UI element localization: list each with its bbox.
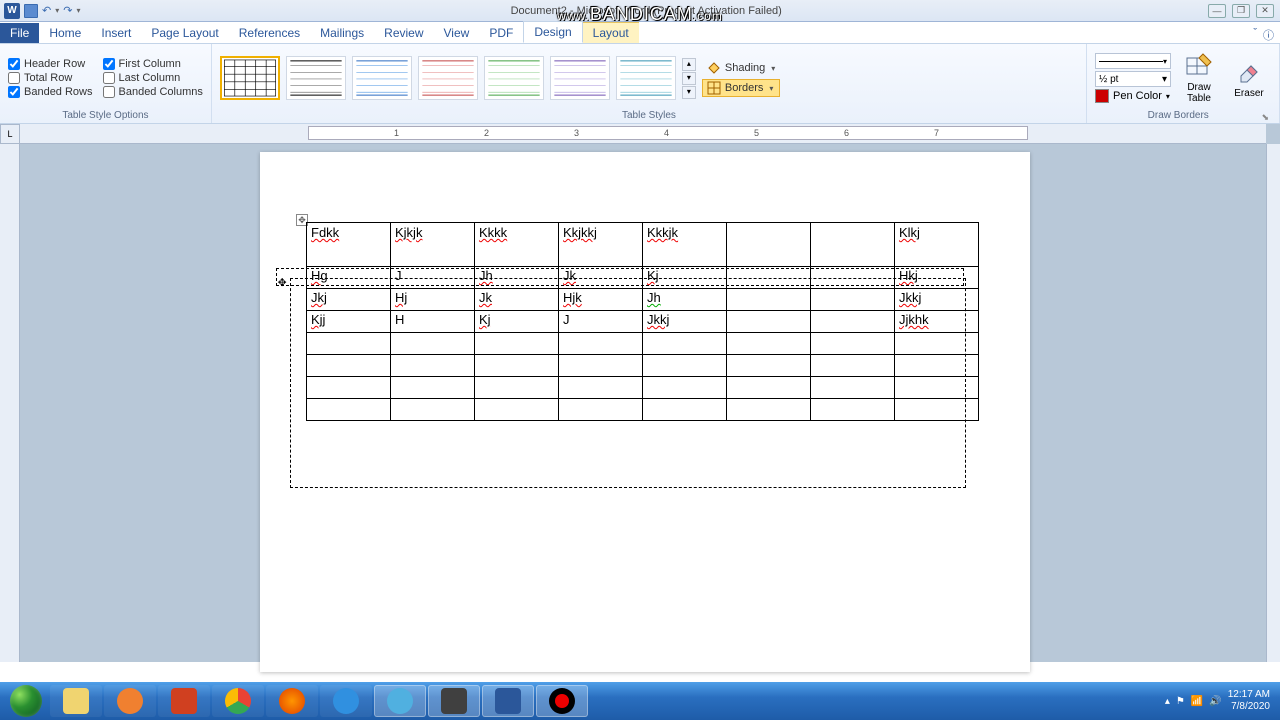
tab-home[interactable]: Home [39, 23, 91, 43]
tray-show-hidden[interactable]: ▴ [1165, 696, 1170, 707]
tab-selector[interactable]: L [0, 124, 20, 144]
group-table-styles: ▴▾▾ Shading▾ Borders▾ Table Styles [212, 44, 1087, 123]
task-wmp[interactable] [104, 685, 156, 717]
check-banded-columns[interactable]: Banded Columns [103, 86, 203, 98]
task-explorer[interactable] [50, 685, 102, 717]
table-style-5[interactable] [484, 56, 544, 100]
draw-table-button[interactable]: Draw Table [1177, 52, 1221, 104]
tab-view[interactable]: View [434, 23, 480, 43]
table-row: Kjj H Kj J Jkkj Jjkhk [307, 311, 979, 333]
draw-table-icon [1185, 52, 1213, 80]
table-row [307, 355, 979, 377]
tab-pdf[interactable]: PDF [479, 23, 523, 43]
table-style-plain[interactable] [220, 56, 280, 100]
tab-file[interactable]: File [0, 23, 39, 43]
group-label-draw-borders: Draw Borders [1095, 108, 1261, 123]
table-row: Hg J Jh Jk Kj Hkj [307, 267, 979, 289]
help-button[interactable]: ⓘ [1263, 27, 1274, 43]
close-button[interactable]: ✕ [1256, 4, 1274, 18]
ribbon: Header Row First Column Total Row Last C… [0, 44, 1280, 124]
check-header-row[interactable]: Header Row [8, 58, 93, 70]
task-powerpoint[interactable] [158, 685, 210, 717]
start-button[interactable] [4, 684, 48, 718]
task-firefox[interactable] [266, 685, 318, 717]
check-last-column[interactable]: Last Column [103, 72, 203, 84]
window-controls: — ❐ ✕ [1208, 4, 1280, 18]
move-cursor-icon: ✥ [278, 274, 286, 290]
check-first-column[interactable]: First Column [103, 58, 203, 70]
table-row [307, 399, 979, 421]
ribbon-collapse-help: ˇ ⓘ [1253, 27, 1280, 43]
tray-clock[interactable]: 12:17 AM 7/8/2020 [1228, 689, 1270, 713]
quick-access-toolbar: W ↶ ▾ ↷ ▾ [0, 3, 84, 19]
table-row [307, 333, 979, 355]
save-button[interactable] [24, 4, 38, 18]
tab-page-layout[interactable]: Page Layout [141, 23, 228, 43]
table-style-2[interactable] [286, 56, 346, 100]
tray-action-center-icon[interactable]: ⚑ [1176, 696, 1185, 707]
line-style-dropdown[interactable]: ▾ [1095, 53, 1171, 69]
windows-orb-icon [10, 685, 42, 717]
check-total-row[interactable]: Total Row [8, 72, 93, 84]
tray-network-icon[interactable]: 📶 [1191, 696, 1203, 707]
table-styles-gallery: ▴▾▾ [220, 56, 696, 100]
taskbar: ▴ ⚑ 📶 🔊 12:17 AM 7/8/2020 [0, 682, 1280, 720]
table-style-4[interactable] [418, 56, 478, 100]
redo-button[interactable]: ↷ [63, 4, 72, 17]
vertical-ruler[interactable] [0, 144, 20, 662]
tab-insert[interactable]: Insert [91, 23, 141, 43]
shading-borders: Shading▾ Borders▾ [702, 59, 780, 97]
tab-references[interactable]: References [229, 23, 310, 43]
group-draw-borders: ▾ ½ pt▾ Pen Color▾ Draw Table Eraser Dra… [1087, 44, 1280, 123]
system-tray: ▴ ⚑ 📶 🔊 12:17 AM 7/8/2020 [1165, 689, 1276, 713]
qat-customize[interactable]: ▾ [76, 6, 80, 15]
page[interactable]: ✥ Fdkk Kjkjk Kkkk Kkjkkj Kkkjk Klkj Hg J… [260, 152, 1030, 672]
pen-color-button[interactable]: Pen Color▾ [1095, 89, 1171, 103]
table-style-7[interactable] [616, 56, 676, 100]
document-area: L 1 2 3 4 5 6 7 ✥ Fdkk Kjkjk Kkkk Kkjkkj… [0, 124, 1280, 662]
minimize-ribbon-button[interactable]: ˇ [1253, 27, 1257, 43]
minimize-button[interactable]: — [1208, 4, 1226, 18]
window-title: Document2 - Microsoft Word (Product Acti… [84, 5, 1208, 17]
table-row: Fdkk Kjkjk Kkkk Kkjkkj Kkkjk Klkj [307, 223, 979, 267]
vertical-scrollbar[interactable] [1266, 144, 1280, 662]
task-chrome[interactable] [212, 685, 264, 717]
tab-mailings[interactable]: Mailings [310, 23, 374, 43]
draw-borders-dialog-launcher[interactable]: ⬊ [1261, 112, 1271, 123]
table-style-3[interactable] [352, 56, 412, 100]
title-bar: W ↶ ▾ ↷ ▾ Document2 - Microsoft Word (Pr… [0, 0, 1280, 22]
ribbon-tabs: File Home Insert Page Layout References … [0, 22, 1280, 44]
eraser-icon [1235, 58, 1263, 86]
task-ie[interactable] [320, 685, 372, 717]
tab-review[interactable]: Review [374, 23, 433, 43]
borders-button[interactable]: Borders▾ [702, 79, 780, 97]
word-app-icon: W [4, 3, 20, 19]
check-banded-rows[interactable]: Banded Rows [8, 86, 93, 98]
tray-volume-icon[interactable]: 🔊 [1209, 696, 1221, 707]
group-label-tso: Table Style Options [8, 108, 203, 123]
undo-split[interactable]: ▾ [55, 6, 59, 15]
tab-table-layout[interactable]: Layout [583, 22, 639, 43]
table-style-6[interactable] [550, 56, 610, 100]
document-table[interactable]: Fdkk Kjkjk Kkkk Kkjkkj Kkkjk Klkj Hg J J… [306, 222, 979, 421]
table-row: Jkj Hj Jk Hjk Jh Jkkj [307, 289, 979, 311]
bucket-icon [707, 61, 721, 75]
eraser-button[interactable]: Eraser [1227, 58, 1271, 99]
task-word[interactable] [482, 685, 534, 717]
task-bandicam[interactable] [536, 685, 588, 717]
table-row [307, 377, 979, 399]
undo-button[interactable]: ↶ [42, 4, 51, 17]
group-label-table-styles: Table Styles [220, 108, 1078, 123]
group-table-style-options: Header Row First Column Total Row Last C… [0, 44, 212, 123]
task-edge[interactable] [374, 685, 426, 717]
pen-color-swatch [1095, 89, 1109, 103]
shading-button[interactable]: Shading▾ [702, 59, 780, 77]
horizontal-ruler[interactable]: 1 2 3 4 5 6 7 [20, 124, 1266, 144]
line-weight-dropdown[interactable]: ½ pt▾ [1095, 71, 1171, 87]
borders-icon [707, 81, 721, 95]
tab-table-design[interactable]: Design [523, 21, 582, 43]
gallery-scroll[interactable]: ▴▾▾ [682, 58, 696, 99]
task-sublime[interactable] [428, 685, 480, 717]
restore-button[interactable]: ❐ [1232, 4, 1250, 18]
